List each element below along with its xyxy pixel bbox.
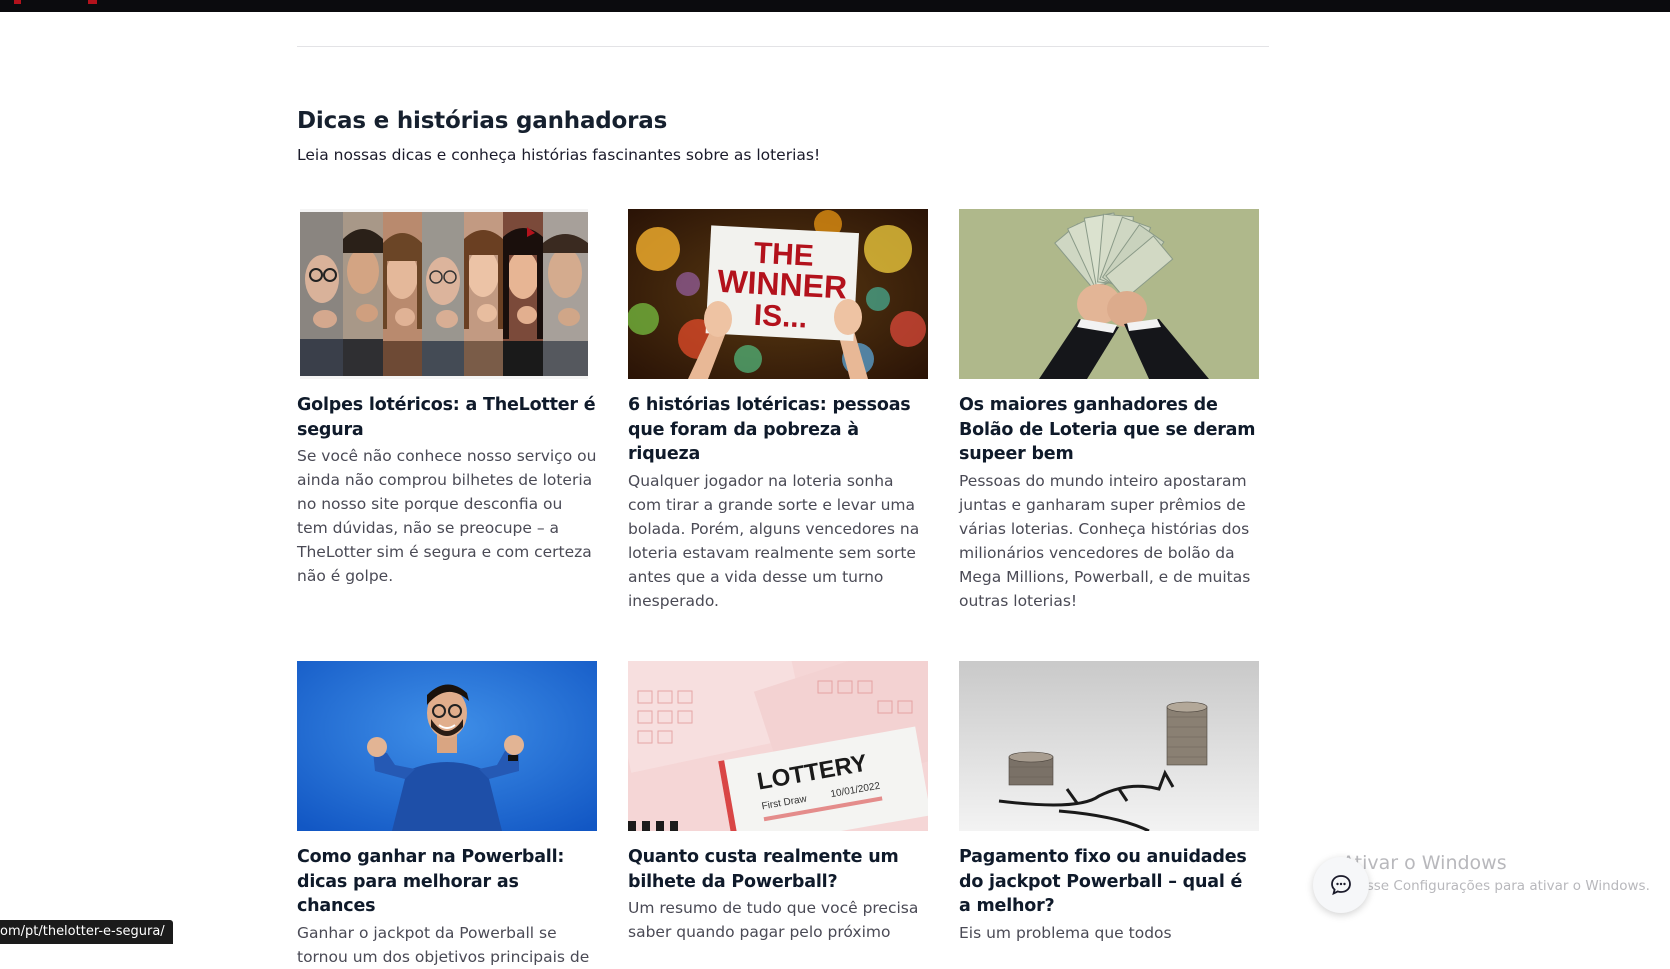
article-description: Pessoas do mundo inteiro apostaram junta…: [959, 471, 1251, 610]
article-image-happy-man[interactable]: [297, 661, 597, 831]
sign-text-is: IS...: [753, 299, 808, 335]
article-image-winner-sign[interactable]: THE WINNER IS...: [628, 209, 928, 379]
chat-bubble-icon: [1331, 875, 1351, 896]
article-card[interactable]: Como ganhar na Powerball: dicas para mel…: [297, 661, 597, 969]
chat-button[interactable]: [1313, 857, 1369, 913]
sign-text-winner: WINNER: [717, 263, 848, 306]
section-title: Dicas e histórias ganhadoras: [297, 108, 668, 134]
article-card[interactable]: LOTTERY First Draw 10/01/2022 Quanto cus…: [628, 661, 928, 944]
article-title[interactable]: 6 histórias lotéricas: pessoas que foram…: [628, 393, 928, 467]
article-card[interactable]: Os maiores ganhadores de Bolão de Loteri…: [959, 209, 1259, 613]
article-image-thinking-faces[interactable]: [297, 209, 597, 379]
article-title[interactable]: Como ganhar na Powerball: dicas para mel…: [297, 845, 597, 919]
article-title[interactable]: Golpes lotéricos: a TheLotter é segura: [297, 393, 597, 442]
article-card[interactable]: THE WINNER IS... 6 histórias lotéricas: …: [628, 209, 928, 613]
article-description: Se você não conhece nosso serviço ou ain…: [297, 447, 597, 585]
browser-status-url: om/pt/thelotter-e-segura/: [0, 920, 173, 944]
article-image-lottery-tickets[interactable]: LOTTERY First Draw 10/01/2022: [628, 661, 928, 831]
section-divider: [297, 46, 1269, 47]
article-card[interactable]: Pagamento fixo ou anuidades do jackpot P…: [959, 661, 1259, 945]
article-image-cash-hands[interactable]: [959, 209, 1259, 379]
article-title[interactable]: Quanto custa realmente um bilhete da Pow…: [628, 845, 928, 894]
article-description: Eis um problema que todos: [959, 923, 1172, 942]
windows-activation-title: Ativar o Windows: [1342, 852, 1507, 874]
section-subtitle: Leia nossas dicas e conheça histórias fa…: [297, 146, 821, 164]
article-description: Qualquer jogador na loteria sonha com ti…: [628, 471, 920, 610]
browser-top-bar: [0, 0, 1670, 12]
article-title[interactable]: Pagamento fixo ou anuidades do jackpot P…: [959, 845, 1259, 919]
tab-indicator-icon: [88, 0, 97, 4]
tab-indicator-icon: [14, 0, 21, 4]
article-card[interactable]: Golpes lotéricos: a TheLotter é segura S…: [297, 209, 597, 588]
windows-activation-subtitle: Acesse Configurações para ativar o Windo…: [1342, 878, 1650, 894]
article-description: Ganhar o jackpot da Powerball se tornou …: [297, 923, 590, 966]
article-image-coin-stacks[interactable]: [959, 661, 1259, 831]
article-description: Um resumo de tudo que você precisa saber…: [628, 899, 919, 941]
article-title[interactable]: Os maiores ganhadores de Bolão de Loteri…: [959, 393, 1259, 467]
